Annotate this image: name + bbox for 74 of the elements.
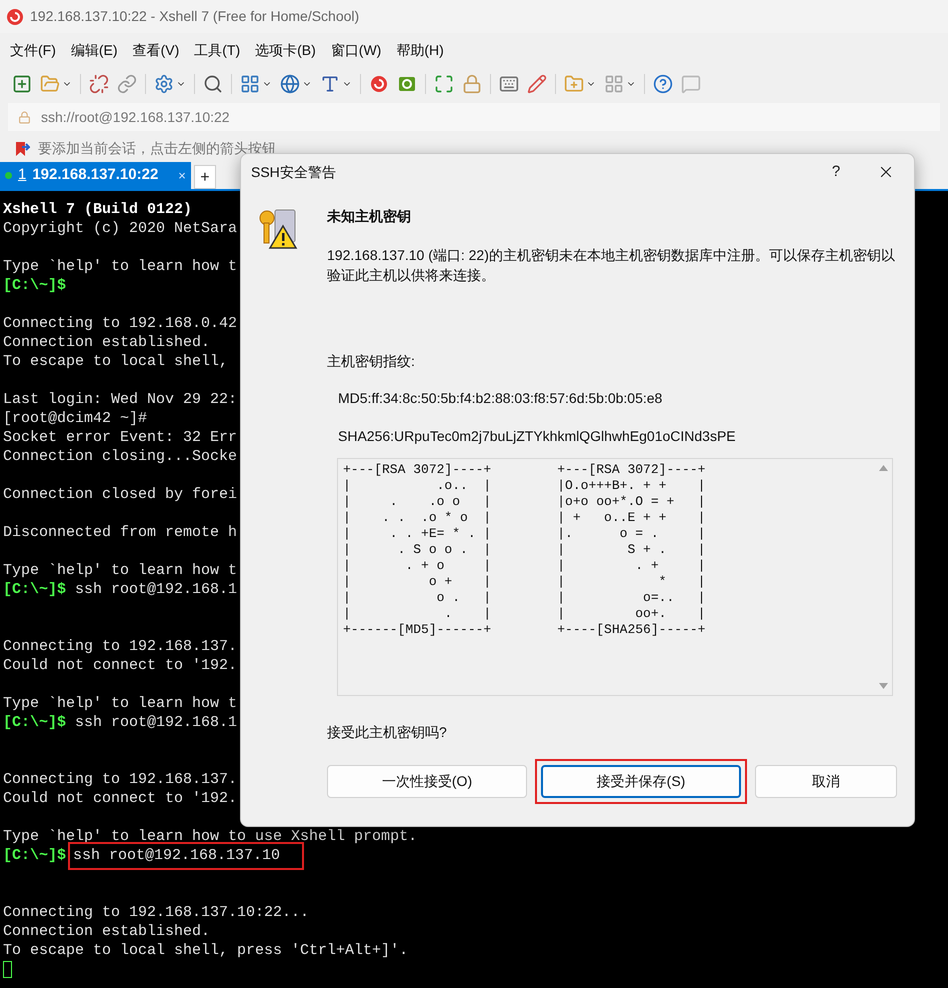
keyboard-icon[interactable] — [499, 74, 519, 94]
terminal-line: Connection closed by forei — [3, 485, 238, 504]
text-cursor — [3, 961, 12, 978]
terminal-line: [root@dcim42 ~]# — [3, 409, 148, 428]
fingerprint-label: 主机密钥指纹: — [327, 352, 416, 371]
terminal-line: To escape to local shell, — [3, 352, 228, 371]
shell-prompt: [C:\~]$ — [3, 713, 66, 732]
terminal-line: Xshell 7 (Build 0122) — [3, 200, 192, 219]
session-tab[interactable]: 1 192.168.137.10:22 × — [0, 162, 191, 189]
terminal-line: Copyright (c) 2020 NetSara — [3, 219, 238, 238]
scroll-down-icon[interactable] — [879, 683, 888, 689]
terminal-line: Last login: Wed Nov 29 22: — [3, 390, 238, 409]
settings-icon[interactable] — [154, 74, 174, 94]
fullscreen-icon[interactable] — [434, 74, 454, 94]
globe-icon[interactable] — [280, 74, 300, 94]
terminal-line: Could not connect to '192. — [3, 656, 238, 675]
terminal-line: Connection closing...Socke — [3, 447, 238, 466]
fingerprint-text: MD5:ff:34:8c:50:5b:f4:b2:88:03:f8:57:6d:5b:0b:05:e8 — [338, 389, 664, 408]
help-button[interactable]: ? — [814, 156, 858, 188]
layout-icon[interactable] — [240, 74, 260, 94]
terminal-line: To escape to local shell, press 'Ctrl+Alt+]'. — [3, 941, 408, 960]
shell-prompt: [C:\~]$ — [3, 580, 66, 599]
command-text: ssh root@192.168.1 — [75, 713, 238, 732]
font-icon[interactable] — [320, 74, 340, 94]
terminal-line: Connecting to 192.168.137. — [3, 770, 238, 789]
terminal-line: Type `help' to learn how t — [3, 257, 238, 276]
window-title: 192.168.137.10:22 - Xshell 7 (Free for Home/School) — [30, 7, 360, 26]
menu-item[interactable]: 编辑(E) — [70, 40, 118, 60]
fingerprint-text: SHA256:URpuTec0m2j7buLjZTYkhkmlQGlhwhEg01oCINd3sPE — [338, 427, 737, 446]
menu-item[interactable]: 工具(T) — [194, 40, 240, 60]
terminal-line: Type `help' to learn how t — [3, 694, 238, 713]
bookmark-arrow-icon[interactable] — [14, 140, 30, 156]
new-window-icon[interactable] — [12, 74, 32, 94]
dialog-button[interactable]: 接受并保存(S) — [541, 765, 741, 798]
link-icon[interactable] — [117, 74, 137, 94]
pen-icon[interactable] — [527, 74, 547, 94]
command-text: ssh root@192.168.137.10 — [73, 846, 280, 865]
help-icon[interactable] — [653, 74, 673, 94]
terminal-line: Disconnected from remote h — [3, 523, 238, 542]
lock-icon[interactable] — [462, 74, 482, 94]
tab-label: 192.168.137.10:22 — [32, 165, 158, 186]
scroll-up-icon[interactable] — [879, 465, 888, 471]
menu-item[interactable]: 文件(F) — [10, 40, 56, 60]
unlink-icon[interactable] — [89, 74, 109, 94]
new-tab-button[interactable]: + — [194, 165, 216, 189]
randomart-text: +---[RSA 3072]----+ | .o.. | | . .o o | | . . .o * o | | . . +E= * . | | . S o o . | | . + o | | o + | | o . | | . | +------[MD5]------+ — [343, 462, 492, 639]
app-logo-icon — [6, 8, 24, 26]
terminal-line: Connecting to 192.168.137.10:22... — [3, 903, 310, 922]
tab-number: 1 — [18, 165, 26, 186]
dialog-button[interactable]: 取消 — [755, 765, 897, 798]
terminal-line: Connection established. — [3, 922, 210, 941]
terminal-line: Connection established. — [3, 333, 210, 352]
menu-item[interactable]: 选项卡(B) — [255, 40, 316, 60]
lock-icon — [18, 110, 31, 124]
terminal-line: Type `help' to learn how to use Xshell prompt. — [3, 827, 418, 846]
terminal-line: Socket error Event: 32 Err — [3, 428, 238, 447]
search-icon[interactable] — [203, 74, 223, 94]
dialog-button[interactable]: 一次性接受(O) — [327, 765, 527, 798]
shell-prompt: [C:\~]$ — [3, 276, 66, 295]
dialog-title: SSH安全警告 — [251, 162, 337, 182]
terminal-line: Type `help' to learn how t — [3, 561, 238, 580]
shell-prompt: [C:\~]$ — [3, 846, 66, 865]
terminal-line: Connecting to 192.168.0.42 — [3, 314, 238, 333]
menu-item[interactable]: 帮助(H) — [396, 40, 444, 60]
address-field[interactable]: ssh://root@192.168.137.10:22 — [8, 103, 940, 131]
menu-item[interactable]: 查看(V) — [132, 40, 180, 60]
randomart-text: +---[RSA 3072]----+ |O.o+++B+. + + | |o+o oo+*.O = + | | + o..E + + | |. o = . | | S + . | | . + | | * | | o=.. | | oo+. | +----[SHA256]-----+ — [557, 462, 706, 639]
terminal-line: Connecting to 192.168.137. — [3, 637, 238, 656]
dialog-question: 接受此主机密钥吗? — [327, 723, 448, 742]
terminal-line: Could not connect to '192. — [3, 789, 238, 808]
dialog-heading: 未知主机密钥 — [327, 207, 412, 226]
menu-item[interactable]: 窗口(W) — [330, 40, 382, 60]
command-text: ssh root@192.168.1 — [75, 580, 238, 599]
dialog-message: 192.168.137.10 (端口: 22)的主机密钥未在本地主机密钥数据库中注册。可以保存主机密钥以验证此主机以供将来连接。 — [327, 246, 895, 285]
